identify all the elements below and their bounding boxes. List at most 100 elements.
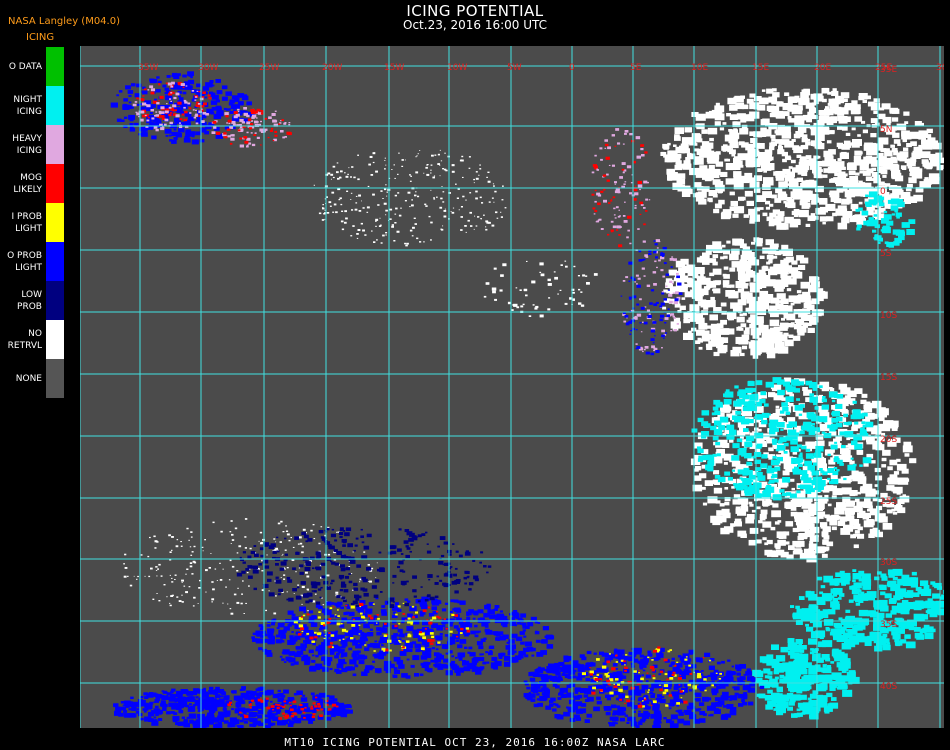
icing-pixel <box>297 543 300 545</box>
icing-pixel <box>171 577 173 579</box>
icing-pixel <box>668 289 670 291</box>
icing-pixel <box>244 536 247 538</box>
icing-pixel <box>764 695 773 701</box>
icing-pixel <box>156 593 158 594</box>
icing-pixel <box>197 103 201 105</box>
icing-pixel <box>853 544 859 549</box>
icing-pixel <box>191 551 194 553</box>
icing-pixel <box>157 568 159 570</box>
icing-pixel <box>789 695 794 699</box>
icing-pixel <box>674 303 681 308</box>
icing-pixel <box>662 306 667 310</box>
icing-pixel <box>318 542 321 545</box>
icing-pixel <box>487 171 490 173</box>
icing-pixel <box>633 198 637 201</box>
legend-swatch <box>46 125 64 164</box>
icing-pixel <box>301 586 305 588</box>
icing-pixel <box>640 144 645 147</box>
icing-pixel <box>246 131 249 134</box>
icing-pixel <box>707 127 718 135</box>
icing-pixel <box>678 292 683 295</box>
icing-pixel <box>271 113 276 116</box>
icing-pixel <box>857 451 863 455</box>
icing-pixel <box>153 535 156 538</box>
icing-pixel <box>124 567 128 569</box>
icing-pixel <box>665 285 668 287</box>
icing-pixel <box>494 190 497 193</box>
legend-swatch <box>46 86 64 125</box>
icing-pixel <box>663 298 667 301</box>
icing-pixel <box>813 93 823 100</box>
icing-pixel <box>239 118 244 122</box>
icing-pixel <box>841 445 846 449</box>
icing-pixel <box>893 471 900 475</box>
icing-pixel <box>661 291 664 293</box>
icing-pixel <box>459 639 467 644</box>
icing-pixel <box>205 113 209 116</box>
icing-pixel <box>401 673 408 678</box>
icing-pixel <box>772 88 777 92</box>
icing-pixel <box>831 90 839 96</box>
icing-pixel <box>713 399 721 405</box>
icing-pixel <box>183 106 186 109</box>
icing-pixel <box>799 452 803 455</box>
icing-pixel <box>350 573 353 574</box>
icing-pixel <box>314 593 317 595</box>
icing-pixel <box>874 576 880 581</box>
icing-pixel <box>564 302 568 305</box>
icing-pixel <box>413 217 416 219</box>
icing-pixel <box>731 455 740 461</box>
icing-pixel <box>275 541 277 543</box>
icing-pixel <box>627 229 630 232</box>
icing-pixel <box>797 169 805 175</box>
icing-pixel <box>191 573 194 575</box>
icing-pixel <box>668 293 673 297</box>
icing-pixel <box>909 458 917 464</box>
icing-pixel <box>643 223 646 226</box>
icing-pixel <box>188 586 191 588</box>
icing-pixel <box>822 655 826 658</box>
icing-pixel <box>862 412 868 417</box>
icing-pixel <box>694 182 702 188</box>
icing-pixel <box>713 351 720 357</box>
icing-pixel <box>462 176 464 178</box>
icing-pixel <box>747 443 753 447</box>
icing-pixel <box>799 430 805 435</box>
icing-pixel <box>492 290 496 294</box>
icing-pixel <box>278 123 281 125</box>
legend-label: LOW PROB <box>17 289 42 312</box>
icing-pixel <box>826 140 832 144</box>
icing-pixel <box>437 625 444 629</box>
icing-pixel <box>792 380 800 386</box>
icing-pixel <box>648 313 651 315</box>
icing-pixel <box>821 534 827 538</box>
icing-pixel <box>801 445 807 450</box>
icing-pixel <box>710 327 721 335</box>
icing-pixel <box>195 122 199 125</box>
icing-pixel <box>329 667 333 671</box>
icing-pixel <box>942 604 946 607</box>
icing-pixel <box>807 327 815 333</box>
icing-pixel <box>442 201 445 203</box>
icing-pixel <box>901 166 907 170</box>
icing-pixel <box>798 107 803 111</box>
icing-pixel <box>394 177 396 179</box>
icing-pixel <box>264 128 268 131</box>
icing-pixel <box>625 322 630 326</box>
icing-pixel <box>795 131 804 137</box>
icing-pixel <box>749 527 759 534</box>
icing-pixel <box>913 194 923 202</box>
icing-pixel <box>862 424 867 428</box>
icing-pixel <box>169 574 171 576</box>
icing-pixel <box>515 287 518 289</box>
icing-pixel <box>737 469 745 475</box>
icing-pixel <box>265 609 267 612</box>
icing-pixel <box>729 104 738 111</box>
legend-label: I PROB LIGHT <box>11 211 42 234</box>
icing-pixel <box>193 545 196 548</box>
icing-pixel <box>311 659 316 663</box>
icing-pixel <box>336 663 344 669</box>
icing-pixel <box>767 413 771 416</box>
icing-pixel <box>818 385 823 389</box>
icing-pixel <box>305 660 311 664</box>
